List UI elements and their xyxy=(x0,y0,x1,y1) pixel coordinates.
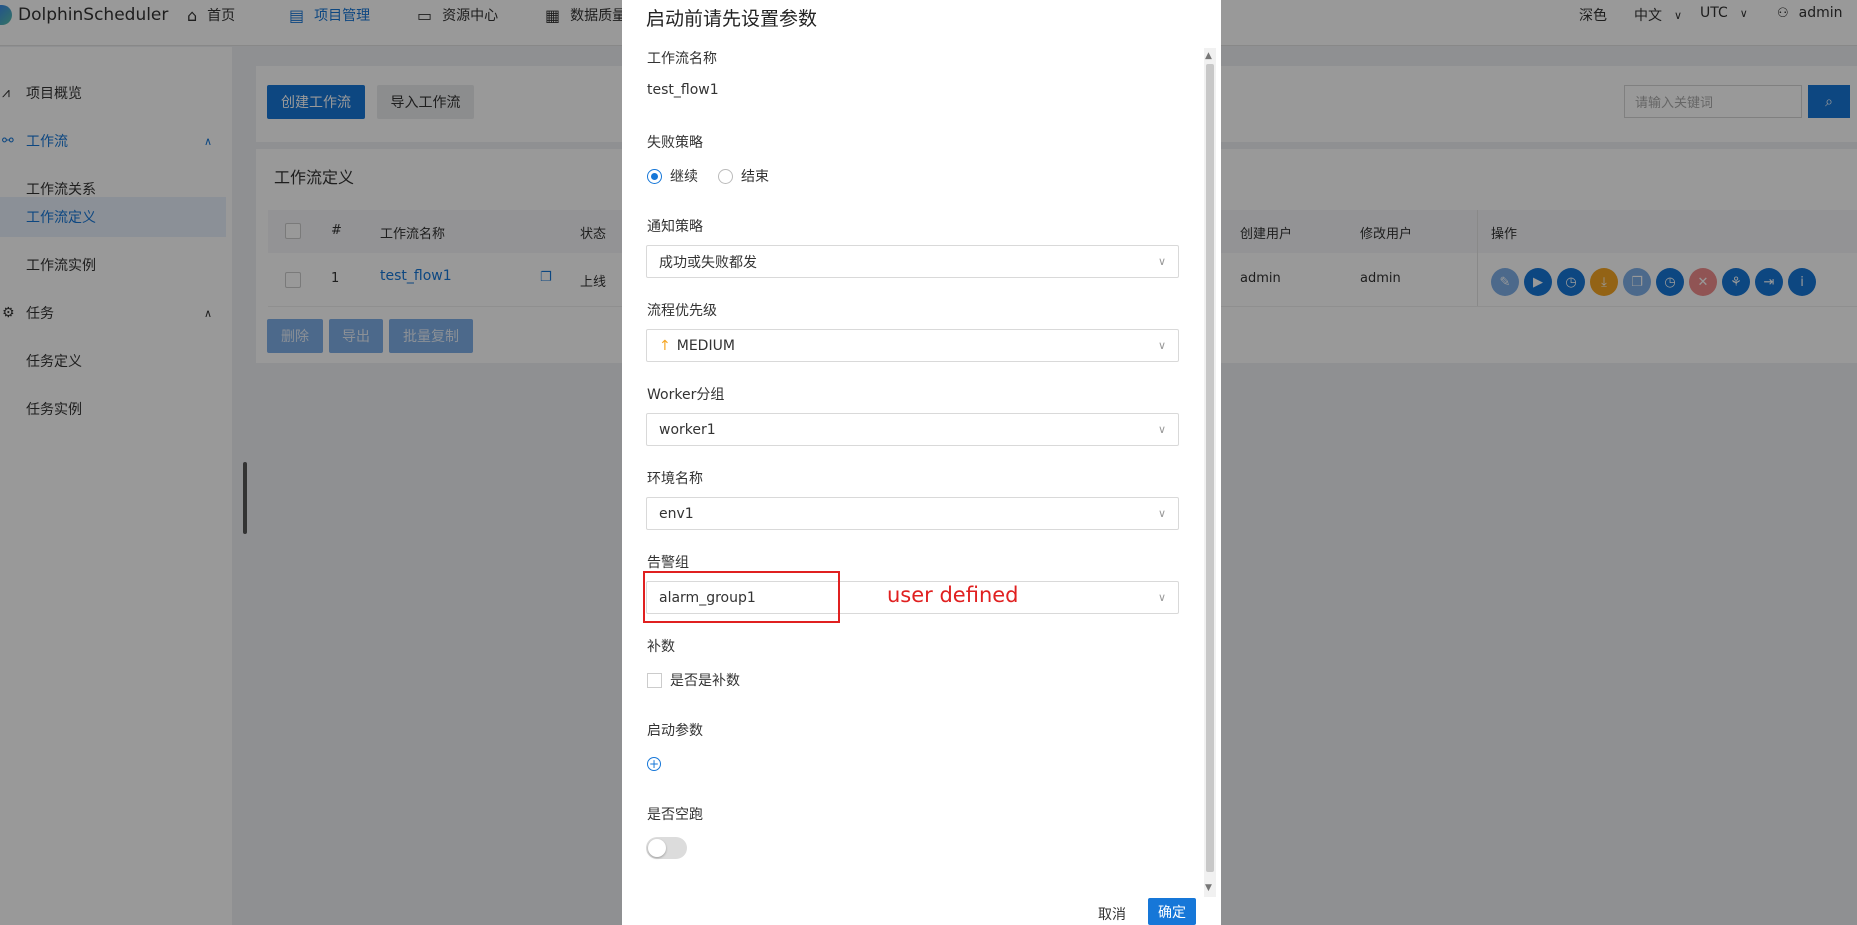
worker-group-label: Worker分组 xyxy=(647,387,725,403)
confirm-button[interactable]: 确定 xyxy=(1148,898,1196,925)
workflow-name-value: test_flow1 xyxy=(647,82,719,98)
chevron-down-icon: ∨ xyxy=(1157,591,1166,604)
dry-run-switch[interactable] xyxy=(646,837,687,859)
annotation-text: user defined xyxy=(887,583,1019,607)
worker-group-select[interactable]: worker1 ∨ xyxy=(646,413,1179,446)
annotation-highlight-box xyxy=(643,571,840,623)
startup-params-label: 启动参数 xyxy=(647,723,703,739)
workflow-name-label: 工作流名称 xyxy=(647,51,717,67)
dry-run-label: 是否空跑 xyxy=(647,807,703,823)
scroll-down-icon[interactable]: ▼ xyxy=(1205,883,1212,893)
alarm-group-label: 告警组 xyxy=(647,555,689,571)
scroll-up-icon[interactable]: ▲ xyxy=(1205,51,1212,61)
start-params-dialog: 启动前请先设置参数 工作流名称 test_flow1 失败策略 继续 结束 通知… xyxy=(622,0,1221,925)
complement-label: 补数 xyxy=(647,639,675,655)
environment-select[interactable]: env1 ∨ xyxy=(646,497,1179,530)
priority-label: 流程优先级 xyxy=(647,303,717,319)
cancel-button[interactable]: 取消 xyxy=(1098,904,1126,924)
dialog-scrollbar-thumb[interactable] xyxy=(1206,64,1214,872)
chevron-down-icon: ∨ xyxy=(1157,255,1166,268)
dialog-title: 启动前请先设置参数 xyxy=(646,8,818,30)
priority-select[interactable]: ↑ MEDIUM ∨ xyxy=(646,329,1179,362)
chevron-down-icon: ∨ xyxy=(1157,507,1166,520)
notify-strategy-label: 通知策略 xyxy=(647,219,703,235)
add-param-icon[interactable]: + xyxy=(647,757,661,771)
failure-continue-radio[interactable]: 继续 xyxy=(647,166,698,186)
arrow-up-icon: ↑ xyxy=(659,337,671,354)
failure-strategy-label: 失败策略 xyxy=(647,135,703,151)
notify-strategy-select[interactable]: 成功或失败都发 ∨ xyxy=(646,245,1179,278)
complement-checkbox[interactable]: 是否是补数 xyxy=(647,670,740,690)
environment-label: 环境名称 xyxy=(647,471,703,487)
chevron-down-icon: ∨ xyxy=(1157,423,1166,436)
failure-end-radio[interactable]: 结束 xyxy=(718,166,769,186)
chevron-down-icon: ∨ xyxy=(1157,339,1166,352)
